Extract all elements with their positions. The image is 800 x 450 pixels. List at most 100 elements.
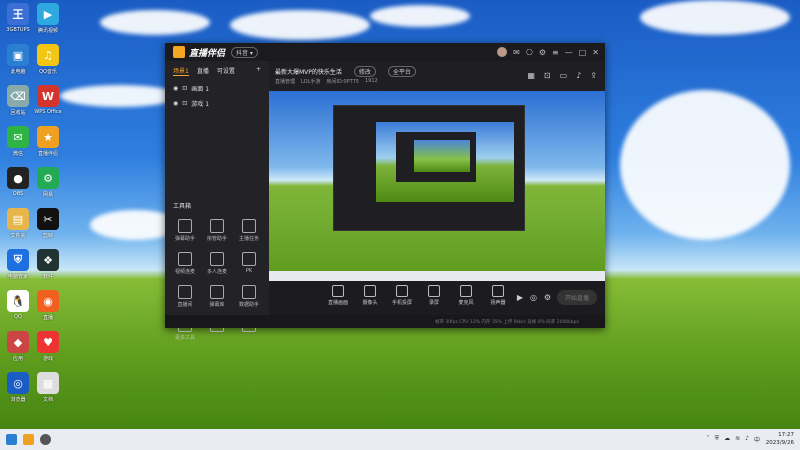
desktop-icon-label: 直播伴侣 [37, 151, 58, 157]
tool-icon [242, 252, 256, 266]
platform-badge[interactable]: 抖音 ▾ [231, 46, 258, 58]
menu-icon[interactable]: ≡ [552, 48, 559, 57]
category-label[interactable]: LOL手游 [301, 78, 320, 85]
desktop-icon[interactable]: ♥ 游戏 [33, 331, 63, 362]
chevron-up-icon[interactable]: ˄ [707, 435, 710, 444]
tab-live[interactable]: 直播 [197, 66, 209, 76]
desktop-icon[interactable]: ▣ 此电脑 [3, 44, 33, 75]
desktop-icon[interactable]: ▤ 文件夹 [3, 208, 33, 239]
bottom-tool-label: 直播画面 [327, 300, 348, 306]
cloud [640, 0, 790, 35]
bottom-tool[interactable]: 手机投屏 [391, 285, 413, 306]
eye-icon[interactable]: ◉ [173, 100, 178, 107]
desktop-icon[interactable]: ✉ 微信 [3, 126, 33, 157]
platform-select[interactable]: 全平台 [387, 66, 416, 77]
clock[interactable]: 17:27 2023/9/26 [766, 431, 794, 447]
tool-item[interactable]: 直播间 [169, 285, 201, 308]
shield-icon[interactable]: ⛨ [715, 435, 720, 444]
desktop-icon[interactable]: ⚙ 网易 [33, 167, 63, 198]
tool-icon [210, 285, 224, 299]
desktop-icon[interactable]: W WPS Office [33, 85, 63, 115]
bottom-tool[interactable]: 扬声器 [487, 285, 509, 306]
layout-icon[interactable]: ▦ [527, 71, 535, 80]
desktop-icon[interactable]: ◆ 应用 [3, 331, 33, 362]
desktop-icon[interactable]: ▶ 腾讯视频 [33, 3, 63, 34]
tool-icon [210, 252, 224, 266]
desktop-icon[interactable]: ● OBS [3, 167, 33, 197]
tool-item[interactable]: 视频连麦 [169, 252, 201, 275]
cloud [620, 90, 790, 240]
bottom-tool-icon [428, 285, 440, 297]
volume-icon[interactable]: ♪ [745, 435, 749, 444]
tab-settings[interactable]: 可设置 [217, 66, 235, 76]
nested-window [333, 105, 525, 231]
app-icon: ✂ [37, 208, 59, 230]
desktop-icon[interactable]: ❖ 软件 [33, 249, 63, 280]
eye-icon[interactable]: ◉ [173, 85, 178, 92]
desktop-icon[interactable]: 🐧 QQ [3, 290, 33, 320]
desktop-icon[interactable]: ♫ QQ音乐 [33, 44, 63, 75]
camera-icon[interactable]: ▶ [517, 293, 523, 302]
minimize-icon[interactable]: — [565, 48, 573, 57]
tool-label: 数据助手 [238, 302, 259, 308]
tool-item[interactable]: PK [233, 252, 265, 275]
close-icon[interactable]: ✕ [592, 48, 599, 57]
desktop-icon[interactable]: ▦ 文档 [33, 372, 63, 403]
tool-item[interactable]: 房管助手 [201, 219, 233, 242]
wifi-icon[interactable]: ≋ [735, 435, 740, 444]
app-taskbar-icon[interactable] [40, 434, 51, 445]
desktop-icon-label: 剪映 [42, 233, 53, 239]
desktop-icon-label: QQ音乐 [39, 69, 57, 75]
desktop-icon-label: 微信 [12, 151, 23, 157]
tool-item[interactable]: 数据助手 [233, 285, 265, 308]
desktop-icon[interactable]: ⌫ 回收站 [3, 85, 33, 116]
tab-scene[interactable]: 场景1 [173, 66, 189, 76]
bottom-tool[interactable]: 直播画面 [327, 285, 349, 306]
desktop-icon[interactable]: ◉ 直播 [33, 290, 63, 321]
share-icon[interactable]: ⇪ [590, 71, 597, 80]
tool-label: 房管助手 [206, 236, 227, 242]
scene-item[interactable]: ◉ ⊡ 画面 1 [165, 81, 269, 96]
gift-icon[interactable]: ⎔ [526, 48, 533, 57]
windows-start-icon[interactable] [6, 434, 17, 445]
tool-item[interactable]: 弹幕库 [201, 285, 233, 308]
lock-icon[interactable]: ⊡ [182, 100, 187, 107]
desktop-icon[interactable]: ★ 直播伴侣 [33, 126, 63, 157]
bottom-tool[interactable]: 录屏 [423, 285, 445, 306]
desktop-icon[interactable]: ◎ 浏览器 [3, 372, 33, 403]
lock-icon[interactable]: ⊡ [544, 71, 551, 80]
desktop-icon[interactable]: ✂ 剪映 [33, 208, 63, 239]
manage-link[interactable]: 直播管理 [275, 78, 295, 85]
desktop-icon-label: 网易 [42, 192, 53, 198]
maximize-icon[interactable]: □ [579, 48, 587, 57]
lock-icon[interactable]: ⊡ [182, 85, 187, 92]
start-live-button[interactable]: 开始直播 [556, 290, 597, 305]
settings-icon[interactable]: ⚙ [539, 48, 546, 57]
gear-icon[interactable]: ⚙ [544, 293, 551, 302]
tool-item[interactable]: 弹幕助手 [169, 219, 201, 242]
app-icon: ▤ [7, 208, 29, 230]
desktop-icon[interactable]: ⛨ 电脑管家 [3, 249, 33, 280]
screen-icon[interactable]: ▭ [560, 71, 568, 80]
scene-item[interactable]: ◉ ⊡ 游戏 1 [165, 96, 269, 111]
bell-icon[interactable]: ♪ [576, 71, 581, 80]
tool-item[interactable]: 多人连麦 [201, 252, 233, 275]
tool-icon [242, 285, 256, 299]
add-scene-icon[interactable]: + [256, 66, 261, 76]
edit-title-button[interactable]: 修改 [353, 66, 376, 77]
status-text: 帧率 30fps CPU 12% 内存 35% 上传 0kb/s 丢帧 0% 码… [435, 319, 579, 325]
cloud-icon[interactable]: ☁ [724, 435, 730, 444]
tool-icon [210, 219, 224, 233]
live-companion-taskbar-icon[interactable] [23, 434, 34, 445]
bottom-tool[interactable]: 麦克风 [455, 285, 477, 306]
stream-title: 最新大爆MVP的快乐生活 [275, 69, 342, 76]
avatar[interactable] [497, 47, 508, 57]
ime-icon[interactable]: 中 [754, 435, 760, 444]
tool-item[interactable]: 主播任务 [233, 219, 265, 242]
mail-icon[interactable]: ✉ [513, 48, 520, 57]
record-icon[interactable]: ◎ [530, 293, 537, 302]
app-icon: 王 [7, 3, 29, 25]
bottom-tool[interactable]: 摄像头 [359, 285, 381, 306]
stream-preview[interactable] [269, 91, 605, 281]
desktop-icon[interactable]: 王 3GBTUPS [3, 3, 33, 33]
